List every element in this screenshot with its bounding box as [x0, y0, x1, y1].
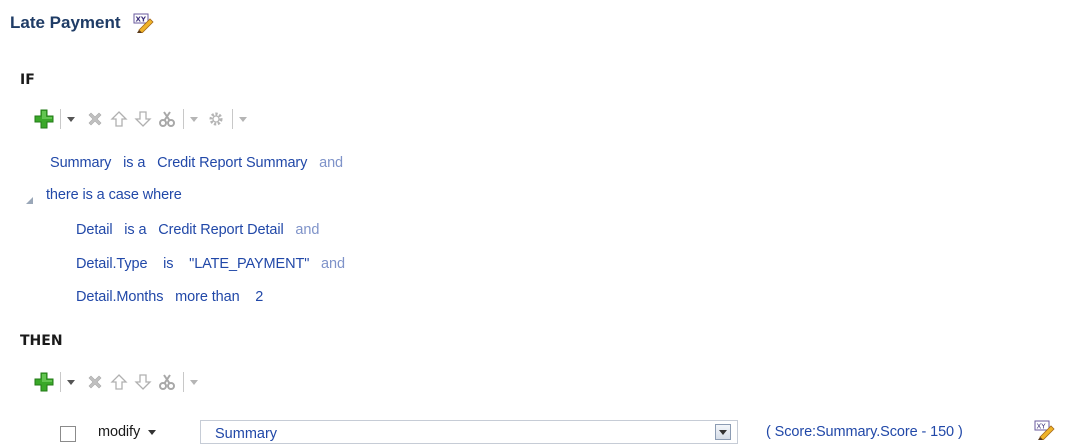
- cut-button[interactable]: [155, 107, 179, 131]
- cut-icon: [159, 374, 175, 390]
- toolbar-separator: [60, 372, 61, 392]
- more-menu-caret[interactable]: [188, 370, 200, 394]
- settings-button[interactable]: [204, 107, 228, 131]
- dropdown-caret-icon: [67, 379, 75, 385]
- move-down-icon: [134, 374, 152, 390]
- case-where-line: there is a case where: [46, 187, 182, 203]
- rule-title-row: Late Payment XY: [10, 13, 155, 34]
- dropdown-caret-icon: [67, 116, 75, 122]
- collapse-triangle-icon[interactable]: [26, 197, 33, 204]
- condition-value[interactable]: Credit Report Summary: [157, 155, 307, 171]
- delete-button[interactable]: [83, 107, 107, 131]
- condition-conjunction[interactable]: and: [321, 256, 345, 272]
- cut-icon: [159, 111, 175, 127]
- edit-expression-icon[interactable]: XY: [133, 13, 155, 34]
- case-where-label[interactable]: there is a case where: [46, 187, 182, 203]
- add-icon: [34, 372, 54, 392]
- add-condition-button[interactable]: [32, 107, 56, 131]
- dropdown-caret-icon: [239, 116, 247, 122]
- move-down-icon: [134, 111, 152, 127]
- dropdown-caret-icon: [190, 379, 198, 385]
- select-dropdown-button[interactable]: [715, 424, 731, 440]
- gear-icon: [209, 112, 223, 126]
- condition-line-type: Detail.Type is "LATE_PAYMENT" and: [76, 256, 345, 272]
- chevron-down-icon: [148, 429, 157, 435]
- condition-value[interactable]: Credit Report Detail: [158, 222, 283, 238]
- move-up-icon: [110, 374, 128, 390]
- toolbar-separator: [183, 372, 184, 392]
- condition-line-summary: Summary is a Credit Report Summary and: [50, 155, 343, 171]
- more-menu-caret[interactable]: [188, 107, 200, 131]
- settings-menu-caret[interactable]: [237, 107, 249, 131]
- action-checkbox[interactable]: [60, 426, 76, 442]
- add-action-button[interactable]: [32, 370, 56, 394]
- move-down-button[interactable]: [131, 107, 155, 131]
- condition-operator[interactable]: is a: [124, 222, 146, 238]
- cut-button[interactable]: [155, 370, 179, 394]
- svg-text:XY: XY: [135, 16, 146, 24]
- toolbar-separator: [232, 109, 233, 129]
- add-icon: [34, 109, 54, 129]
- toolbar-separator: [60, 109, 61, 129]
- move-up-button[interactable]: [107, 370, 131, 394]
- condition-variable[interactable]: Detail: [76, 222, 113, 238]
- action-target-select[interactable]: Summary: [200, 420, 738, 444]
- delete-button[interactable]: [83, 370, 107, 394]
- add-menu-caret[interactable]: [65, 370, 77, 394]
- condition-line-detail: Detail is a Credit Report Detail and: [76, 222, 319, 238]
- delete-icon: [88, 375, 102, 389]
- action-target-value: Summary: [215, 426, 278, 442]
- if-toolbar: [32, 106, 249, 132]
- condition-line-months: Detail.Months more than 2: [76, 289, 263, 305]
- move-up-icon: [110, 111, 128, 127]
- rule-title: Late Payment: [10, 13, 121, 32]
- case-expand-toggle[interactable]: [26, 197, 33, 204]
- move-down-button[interactable]: [131, 370, 155, 394]
- condition-conjunction[interactable]: and: [295, 222, 319, 238]
- dropdown-caret-icon: [190, 116, 198, 122]
- then-label: THEN: [20, 333, 63, 349]
- condition-operator[interactable]: is: [163, 256, 173, 272]
- condition-variable[interactable]: Summary: [50, 155, 111, 171]
- condition-operator[interactable]: more than: [175, 289, 239, 305]
- action-expression[interactable]: ( Score:Summary.Score - 150 ): [766, 424, 963, 440]
- condition-conjunction[interactable]: and: [319, 155, 343, 171]
- condition-value[interactable]: 2: [255, 289, 263, 305]
- svg-text:XY: XY: [1037, 423, 1047, 431]
- move-up-button[interactable]: [107, 107, 131, 131]
- delete-icon: [88, 112, 102, 126]
- if-label: IF: [20, 72, 35, 88]
- chevron-down-icon: [719, 429, 727, 435]
- edit-expression-icon[interactable]: XY: [1034, 420, 1056, 441]
- then-toolbar: [32, 369, 200, 395]
- action-verb: modify: [98, 424, 141, 440]
- toolbar-separator: [183, 109, 184, 129]
- action-expression-text: ( Score:Summary.Score - 150 ): [766, 424, 963, 440]
- add-menu-caret[interactable]: [65, 107, 77, 131]
- condition-operator[interactable]: is a: [123, 155, 145, 171]
- condition-value[interactable]: "LATE_PAYMENT": [189, 256, 309, 272]
- action-verb-dropdown[interactable]: modify: [98, 424, 157, 440]
- condition-variable[interactable]: Detail.Months: [76, 289, 163, 305]
- condition-variable[interactable]: Detail.Type: [76, 256, 148, 272]
